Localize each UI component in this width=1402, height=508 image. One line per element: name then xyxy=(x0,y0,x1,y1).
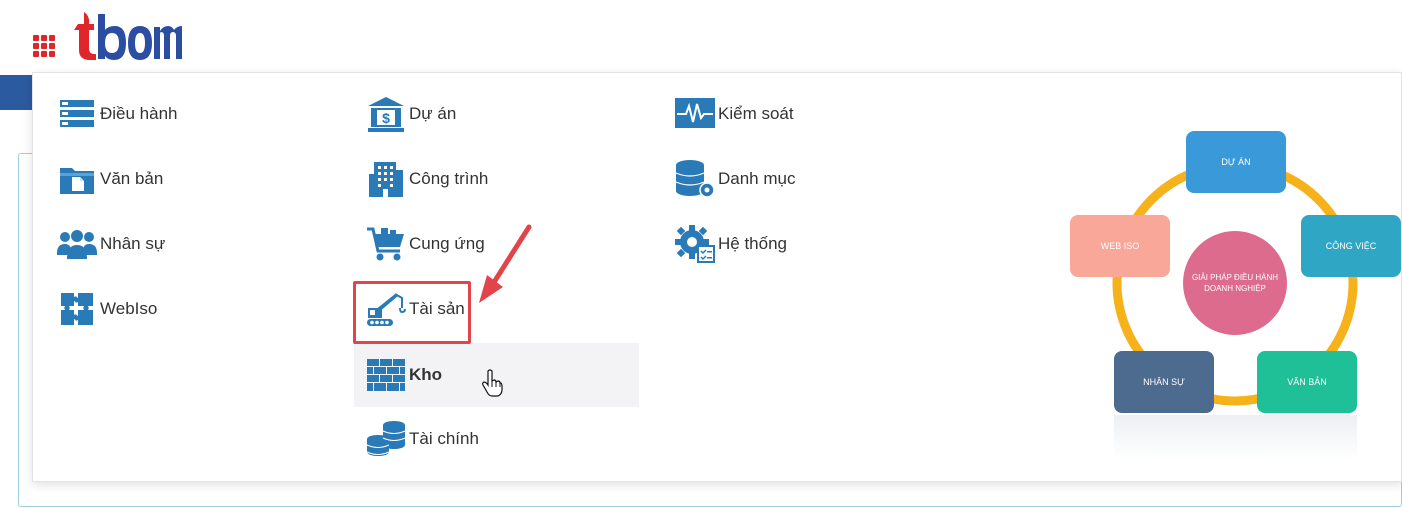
tbom-logo[interactable] xyxy=(70,8,182,62)
menu-item-label: Nhân sự xyxy=(100,234,166,253)
menu-item-label: Tài sản xyxy=(409,299,465,318)
cart-icon xyxy=(364,222,408,266)
menu-item-label: Kho xyxy=(409,365,443,384)
menu-item-webiso[interactable]: WebIso xyxy=(55,277,340,341)
menu-item-label: Dự án xyxy=(409,104,457,123)
menu-item-cung-ung[interactable]: Cung ứng xyxy=(364,212,649,276)
building-icon xyxy=(364,157,408,201)
background-nav-tab xyxy=(0,75,32,110)
crane-icon xyxy=(364,287,408,331)
diagram-reflection xyxy=(1114,415,1357,459)
gear-checklist-icon xyxy=(673,222,717,266)
puzzle-icon xyxy=(55,287,99,331)
diagram-node-du-an: DỰ ÁN xyxy=(1186,131,1286,193)
diagram-node-cong-viec: CÔNG VIỆC xyxy=(1301,215,1401,277)
app-root: Điều hành Văn bản Nhân sự WebIso $ Dự án… xyxy=(0,0,1402,508)
folder-document-icon xyxy=(55,157,99,201)
menu-item-kho[interactable]: Kho xyxy=(354,343,639,407)
apps-grid-icon[interactable] xyxy=(33,35,55,57)
bank-dollar-icon: $ xyxy=(364,92,408,136)
menu-item-label: Kiểm soát xyxy=(718,104,794,123)
svg-text:$: $ xyxy=(382,110,390,126)
menu-item-tai-chinh[interactable]: Tài chính xyxy=(364,407,649,471)
coin-stack-icon xyxy=(364,417,408,461)
diagram-node-web-iso: WEB ISO xyxy=(1070,215,1170,277)
menu-item-cong-trinh[interactable]: Công trình xyxy=(364,147,649,211)
menu-item-tai-san[interactable]: Tài sản xyxy=(364,277,649,341)
diagram-center: GIẢI PHÁP ĐIỀU HÀNH DOANH NGHIỆP xyxy=(1183,231,1287,335)
menu-item-label: Tài chính xyxy=(409,429,479,448)
solution-diagram: GIẢI PHÁP ĐIỀU HÀNH DOANH NGHIỆP DỰ ÁN C… xyxy=(1063,123,1402,483)
diagram-node-nhan-su: NHÂN SỰ xyxy=(1114,351,1214,413)
menu-item-van-ban[interactable]: Văn bản xyxy=(55,147,340,211)
pulse-monitor-icon xyxy=(673,92,717,136)
menu-item-label: Văn bản xyxy=(100,169,164,188)
menu-item-kiem-soat[interactable]: Kiểm soát xyxy=(673,82,958,146)
menu-item-label: WebIso xyxy=(100,299,158,318)
menu-item-label: Điều hành xyxy=(100,104,178,123)
module-menu-dropdown: Điều hành Văn bản Nhân sự WebIso $ Dự án… xyxy=(32,72,1402,482)
menu-item-label: Danh mục xyxy=(718,169,796,188)
list-icon xyxy=(55,92,99,136)
menu-item-danh-muc[interactable]: Danh mục xyxy=(673,147,958,211)
brick-wall-icon xyxy=(364,353,408,397)
diagram-node-van-ban: VĂN BẢN xyxy=(1257,351,1357,413)
menu-item-he-thong[interactable]: Hệ thống xyxy=(673,212,958,276)
users-group-icon xyxy=(55,222,99,266)
menu-item-label: Cung ứng xyxy=(409,234,485,253)
menu-item-dieu-hanh[interactable]: Điều hành xyxy=(55,82,340,146)
menu-item-nhan-su[interactable]: Nhân sự xyxy=(55,212,340,276)
top-bar xyxy=(0,0,1402,72)
menu-item-du-an[interactable]: $ Dự án xyxy=(364,82,649,146)
menu-item-label: Hệ thống xyxy=(718,234,787,253)
menu-item-label: Công trình xyxy=(409,169,489,188)
database-gear-icon xyxy=(673,157,717,201)
